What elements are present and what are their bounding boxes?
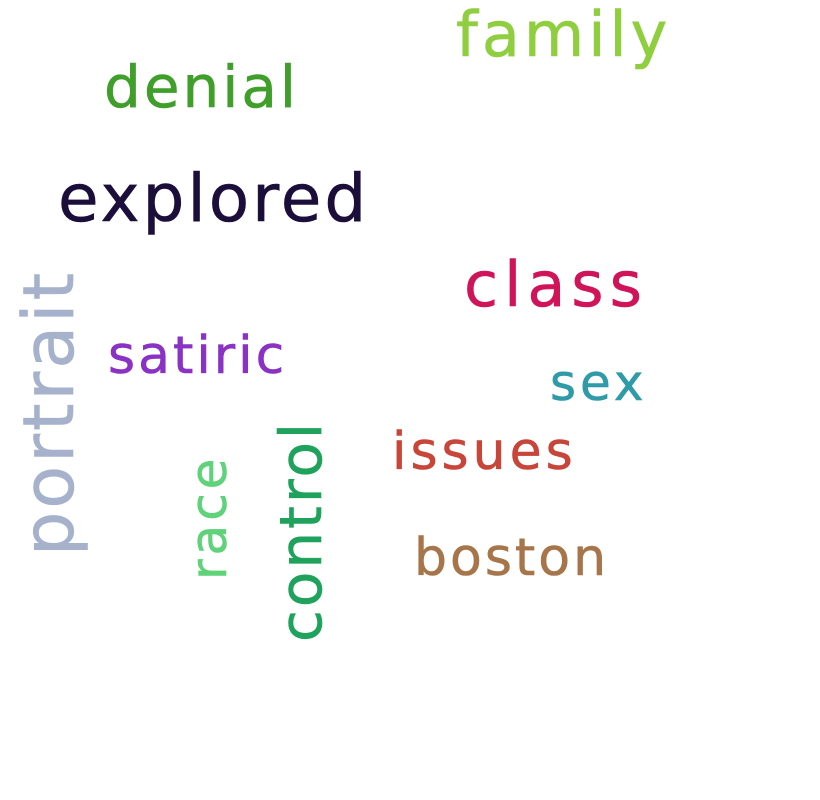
word-family: family <box>456 0 672 71</box>
word-issues: issues <box>392 422 577 482</box>
word-sex: sex <box>550 354 648 412</box>
word-denial: denial <box>104 53 300 121</box>
word-race: race <box>180 454 239 580</box>
word-explored: explored <box>58 160 370 237</box>
word-boston: boston <box>414 528 610 588</box>
word-class: class <box>464 248 648 321</box>
word-control: control <box>267 419 336 643</box>
word-satiric: satiric <box>108 326 288 386</box>
word-portrait: portrait <box>8 269 91 557</box>
word-cloud: family denial explored class satiric sex… <box>0 0 820 800</box>
